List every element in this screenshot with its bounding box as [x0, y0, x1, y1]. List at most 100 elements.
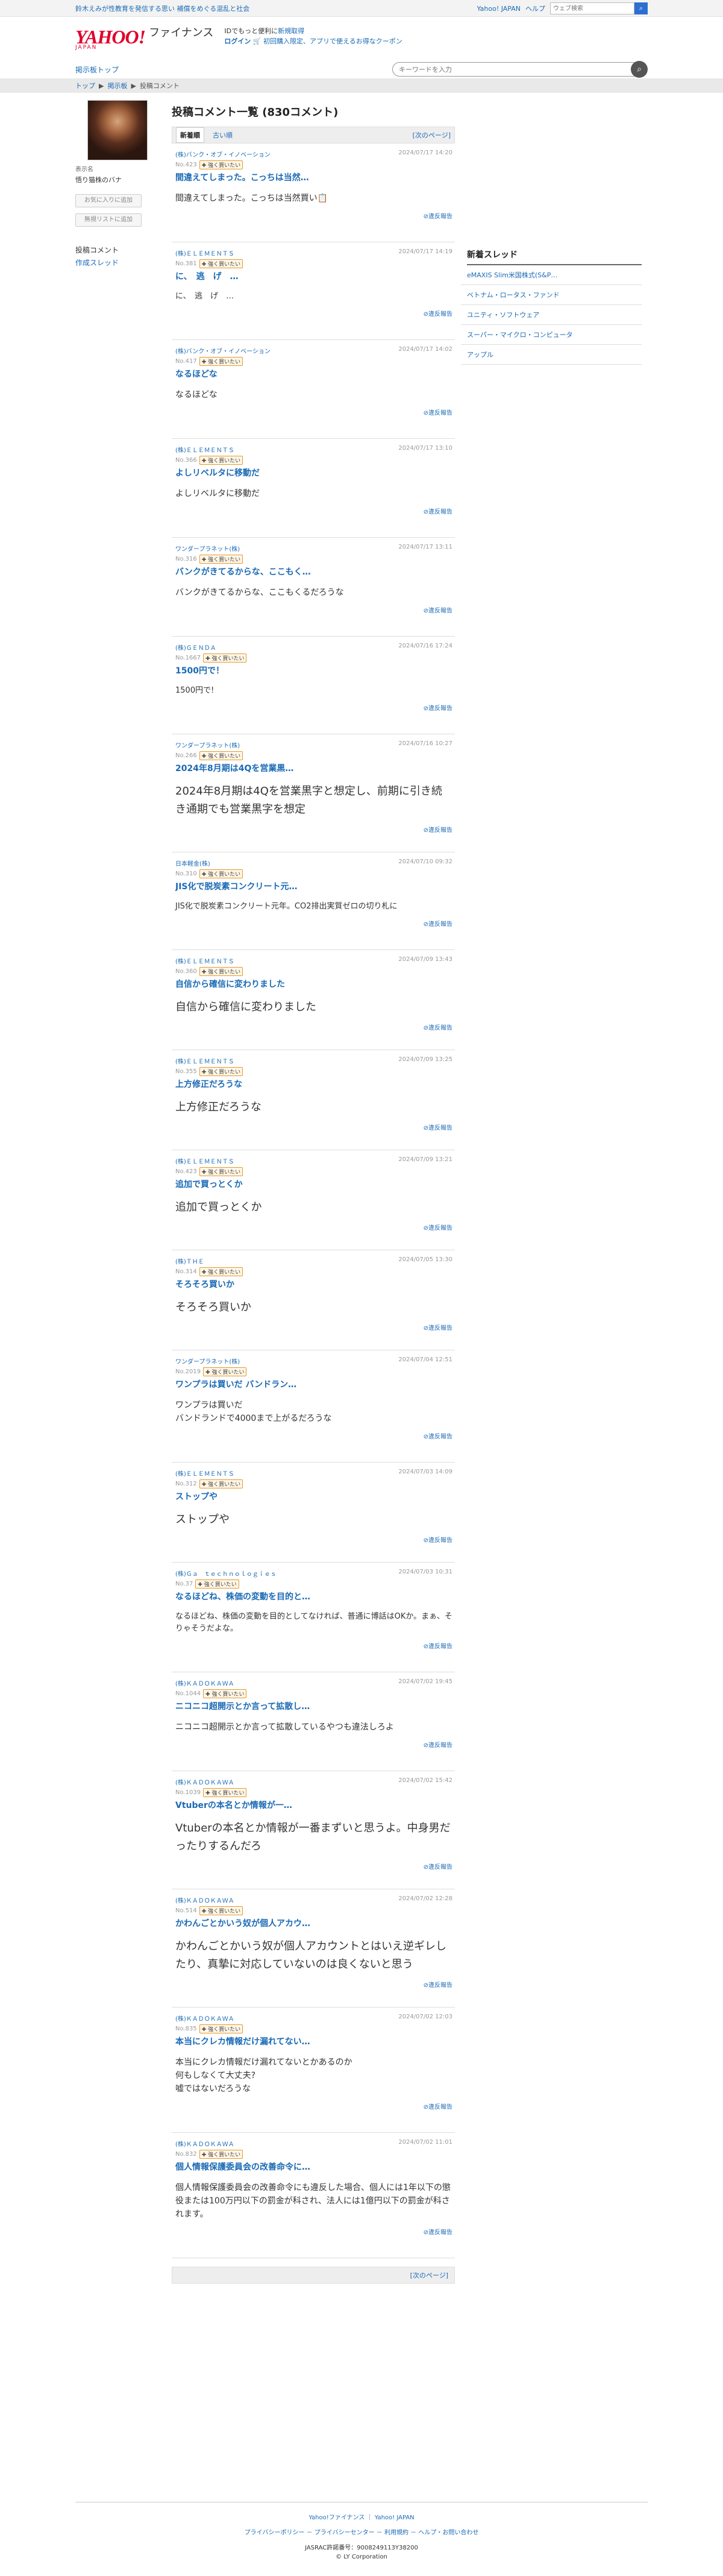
post-title-link[interactable]: JIS化で脱炭素コンクリート元…	[175, 882, 298, 892]
post-board-link[interactable]: (株)ＫＡＤＯＫＡＷＡ	[175, 1777, 234, 1786]
add-ignore-button[interactable]: 無視リストに追加	[75, 213, 142, 227]
next-page-link[interactable]: [次のページ]	[413, 130, 451, 140]
report-link[interactable]: ⊘違反報告	[424, 827, 452, 834]
post-board-link[interactable]: (株)ＥＬＥＭＥＮＴＳ	[175, 1156, 234, 1165]
post-board-link[interactable]: (株)Ｇａ ｔｅｃｈｎｏｌｏｇｉｅｓ	[175, 1569, 277, 1578]
post-board-link[interactable]: ワンダープラネット(株)	[175, 1356, 240, 1365]
report-link[interactable]: ⊘違反報告	[424, 1434, 452, 1440]
post-title-link[interactable]: 1500円で！	[175, 666, 224, 676]
next-page-link-bottom[interactable]: [次のページ]	[410, 2270, 448, 2280]
post-title-link[interactable]: 個人情報保護委員会の改善命令に…	[175, 2162, 310, 2172]
report-link[interactable]: ⊘違反報告	[424, 1643, 452, 1650]
report-link[interactable]: ⊘違反報告	[424, 1742, 452, 1749]
post-body: ニコニコ超開示とか言って拡散しているやつも違法しろよ	[175, 1722, 394, 1732]
post-board-link[interactable]: ワンダープラネット(株)	[175, 740, 240, 749]
search-icon[interactable]: ⌕	[631, 61, 648, 78]
post-board-link[interactable]: 日本軽金(株)	[175, 858, 210, 868]
report-link[interactable]: ⊘違反報告	[424, 608, 452, 614]
post-board-link[interactable]: (株)ＫＡＤＯＫＡＷＡ	[175, 2139, 234, 2148]
created-threads-link[interactable]: 作成スレッド	[75, 257, 166, 268]
post-title-link[interactable]: バンクがきてるからな、ここもく…	[175, 567, 311, 577]
post-title-link[interactable]: なるほどね、株価の変動を目的と…	[175, 1592, 310, 1602]
board-top-link[interactable]: 掲示板トップ	[75, 65, 119, 75]
report-link[interactable]: ⊘違反報告	[424, 1125, 452, 1132]
thread-link[interactable]: スーパー・マイクロ・コンピュータ	[461, 325, 642, 345]
report-link[interactable]: ⊘違反報告	[424, 1982, 452, 1989]
keyword-input[interactable]	[392, 62, 639, 77]
post-board-link[interactable]: (株)ＥＬＥＭＥＮＴＳ	[175, 1056, 234, 1065]
coupon-link[interactable]: 初回購入限定、アプリで使えるお得なクーポン	[263, 37, 402, 45]
report-link[interactable]: ⊘違反報告	[424, 1537, 452, 1544]
prohibited-icon: ⊘	[423, 1434, 428, 1440]
report-link[interactable]: ⊘違反報告	[424, 1025, 452, 1031]
footer-links[interactable]: Yahoo!ファイナンス ｜ Yahoo! JAPAN	[0, 2512, 723, 2521]
post-board-link[interactable]: ワンダープラネット(株)	[175, 544, 240, 553]
post-title-link[interactable]: ストップや	[175, 1492, 218, 1502]
login-link[interactable]: ログイン	[224, 37, 251, 45]
thread-link[interactable]: ユニティ・ソフトウェア	[461, 305, 642, 325]
post-number: No.37	[175, 1581, 193, 1587]
post-board-link[interactable]: (株)バンク・オブ・イノベーション	[175, 346, 271, 355]
footer-policy-links[interactable]: プライバシーポリシー － プライバシーセンター － 利用規約 － ヘルプ・お問い…	[0, 2527, 723, 2536]
yahoo-japan-link[interactable]: Yahoo! JAPAN	[477, 5, 521, 13]
thread-link[interactable]: アップル	[461, 345, 642, 365]
top-headline-link[interactable]: 鈴木えみが性教育を発信する思い 補償をめぐる混乱と社会	[75, 4, 249, 13]
post-board-link[interactable]: (株)ＥＬＥＭＥＮＴＳ	[175, 1469, 234, 1478]
keyword-search: ⌕	[392, 61, 648, 78]
report-link[interactable]: ⊘違反報告	[424, 921, 452, 928]
report-link[interactable]: ⊘違反報告	[424, 705, 452, 712]
post-title-link[interactable]: 追加で買っとくか	[175, 1180, 243, 1189]
post-title-link[interactable]: そろそろ買いか	[175, 1280, 234, 1290]
add-favorite-button[interactable]: お気に入りに追加	[75, 194, 142, 207]
post-title-link[interactable]: ニコニコ超開示とか言って拡散し…	[175, 1702, 310, 1712]
web-search-input[interactable]	[550, 2, 634, 14]
post-title-link[interactable]: 自信から確信に変わりました	[175, 980, 285, 989]
report-link[interactable]: ⊘違反報告	[424, 1864, 452, 1871]
report-link[interactable]: ⊘違反報告	[424, 509, 452, 515]
post-title-link[interactable]: なるほどな	[175, 370, 218, 379]
post-title-link[interactable]: かわんごとかいう奴が個人アカウ…	[175, 1919, 310, 1929]
user-name: 悟り猫株のバナ	[75, 176, 122, 184]
post-board-link[interactable]: (株)ＫＡＤＯＫＡＷＡ	[175, 1678, 234, 1687]
tab-oldest[interactable]: 古い順	[213, 130, 233, 140]
post-board-link[interactable]: (株)ＥＬＥＭＥＮＴＳ	[175, 956, 234, 965]
report-link[interactable]: ⊘違反報告	[424, 213, 452, 220]
thread-link[interactable]: ベトナム・ロータス・ファンド	[461, 285, 642, 305]
yahoo-logo[interactable]: YAHOO! JAPAN	[75, 27, 146, 51]
post-title-link[interactable]: 上方修正だろうな	[175, 1080, 242, 1089]
post-board-link[interactable]: (株)ＫＡＤＯＫＡＷＡ	[175, 1895, 234, 1904]
service-name[interactable]: ファイナンス	[149, 24, 213, 40]
post-title-link[interactable]: ワンプラは買いだ バンドラン…	[175, 1380, 296, 1390]
post-title-link[interactable]: Vtuberの本名とか情報が一…	[175, 1801, 292, 1810]
post-board-link[interactable]: (株)ＧＥＮＤＡ	[175, 643, 216, 652]
post-title-link[interactable]: 本当にクレカ情報だけ漏れてない…	[175, 2037, 310, 2047]
report-link[interactable]: ⊘違反報告	[424, 410, 452, 417]
prohibited-icon: ⊘	[423, 1537, 428, 1544]
post-board-link[interactable]: (株)ＥＬＥＭＥＮＴＳ	[175, 248, 234, 257]
breadcrumb-top[interactable]: トップ	[75, 81, 95, 90]
report-link[interactable]: ⊘違反報告	[424, 311, 452, 318]
post-board-link[interactable]: (株)ＴＨＥ	[175, 1256, 204, 1265]
post-title-link[interactable]: 間違えてしまった。こっちは当然…	[175, 173, 309, 183]
post-title-link[interactable]: よしリベルタに移動だ	[175, 468, 260, 478]
post-board-link[interactable]: (株)バンク・オブ・イノベーション	[175, 150, 271, 159]
posted-comments-link[interactable]: 投稿コメント	[75, 245, 166, 255]
sentiment-badge: ✚ 強く買いたい	[199, 555, 243, 564]
thread-link[interactable]: eMAXIS Slim米国株式(S&P…	[461, 265, 642, 285]
tab-newest[interactable]: 新着順	[176, 127, 204, 143]
signup-link[interactable]: 新規取得	[278, 27, 304, 35]
post-title-link[interactable]: 2024年8月期は4Qを営業黒…	[175, 764, 293, 773]
search-icon[interactable]: ⌕	[634, 2, 648, 14]
post-board-link[interactable]: (株)ＥＬＥＭＥＮＴＳ	[175, 445, 234, 454]
report-link[interactable]: ⊘違反報告	[424, 1225, 452, 1232]
prohibited-icon: ⊘	[423, 311, 428, 318]
post-title-link[interactable]: に、 逃 げ …	[175, 272, 239, 282]
post-board-link[interactable]: (株)ＫＡＤＯＫＡＷＡ	[175, 2014, 234, 2023]
report-link[interactable]: ⊘違反報告	[424, 1325, 452, 1332]
report-link[interactable]: ⊘違反報告	[424, 2104, 452, 2111]
help-link[interactable]: ヘルプ	[525, 4, 545, 13]
prohibited-icon: ⊘	[423, 827, 428, 834]
post-number: No.266	[175, 752, 197, 759]
report-link[interactable]: ⊘違反報告	[424, 2229, 452, 2236]
breadcrumb-board[interactable]: 掲示板	[107, 81, 127, 90]
